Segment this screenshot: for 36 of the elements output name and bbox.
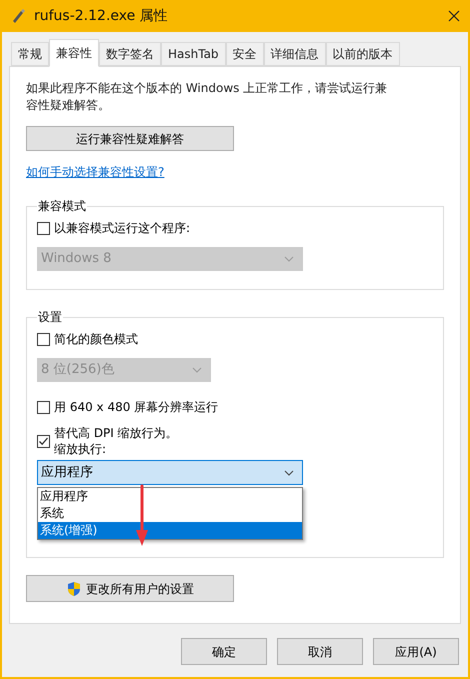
chevron-icon bbox=[284, 256, 294, 262]
tab[interactable]: 详细信息 bbox=[264, 42, 326, 66]
checkbox[interactable] bbox=[37, 434, 50, 448]
chevron-icon bbox=[192, 367, 202, 373]
close-icon[interactable] bbox=[448, 10, 460, 22]
dialog-button[interactable]: 应用(A) bbox=[373, 638, 459, 665]
window-title: rufus-2.12.exe 属性 bbox=[34, 6, 169, 26]
dialog-button[interactable]: 确定 bbox=[181, 638, 267, 665]
checkbox[interactable] bbox=[37, 332, 50, 346]
scaling-label: 缩放执行: bbox=[54, 441, 108, 457]
tab[interactable]: 数字签名 bbox=[99, 42, 161, 66]
shield-icon bbox=[66, 580, 82, 596]
group-title: 设置 bbox=[37, 309, 63, 326]
checkbox[interactable] bbox=[37, 222, 50, 234]
checkbox-label: 用 640 x 480 屏幕分辨率运行 bbox=[54, 399, 218, 416]
dropdown-option[interactable]: 系统(增强) bbox=[38, 522, 302, 539]
tab[interactable]: 安全 bbox=[226, 42, 264, 66]
dialog-button[interactable]: 取消 bbox=[277, 638, 363, 665]
tab[interactable]: 以前的版本 bbox=[326, 42, 400, 66]
all-users-button[interactable]: 更改所有用户的设置 bbox=[26, 575, 234, 602]
help-link[interactable]: 如何手动选择兼容性设置? bbox=[26, 163, 164, 181]
intro-text: 如果此程序不能在这个版本的 Windows 上正常工作，请尝试运行兼容性疑难解答。 bbox=[26, 80, 388, 114]
checkbox[interactable] bbox=[37, 400, 50, 414]
checkbox-label: 以兼容模式运行这个程序: bbox=[54, 220, 190, 237]
arrow-drawing bbox=[135, 484, 149, 548]
dropdown-option[interactable]: 系统 bbox=[38, 505, 302, 522]
group-title: 兼容模式 bbox=[37, 198, 87, 215]
tab[interactable]: 常规 bbox=[11, 42, 49, 66]
checkbox-label: 简化的颜色模式 bbox=[54, 331, 138, 348]
chevron-icon bbox=[284, 470, 294, 476]
troubleshoot-button[interactable]: 运行兼容性疑难解答 bbox=[26, 126, 234, 151]
tab[interactable]: 兼容性 bbox=[49, 39, 99, 67]
dropdown-option[interactable]: 应用程序 bbox=[38, 488, 302, 505]
dropdown[interactable]: 应用程序 bbox=[37, 460, 303, 485]
tab[interactable]: HashTab bbox=[161, 42, 226, 66]
checkbox-label: 替代高 DPI 缩放行为。 bbox=[54, 425, 178, 441]
